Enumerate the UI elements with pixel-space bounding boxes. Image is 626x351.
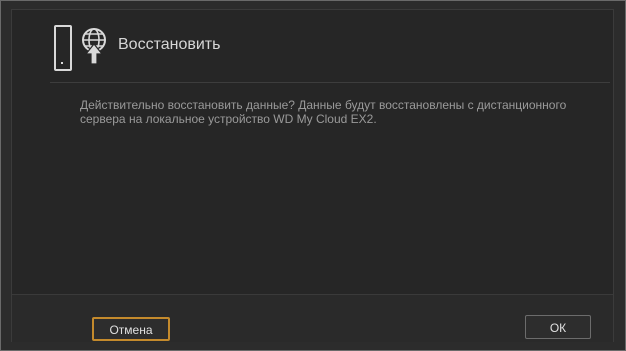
app-frame: Восстановить Действительно восстановить … (0, 0, 626, 351)
globe-restore-icon (82, 28, 106, 65)
ok-button[interactable]: ОК (525, 315, 591, 339)
cancel-button[interactable]: Отмена (92, 317, 170, 341)
device-icon (54, 25, 72, 71)
dialog-message: Действительно восстановить данные? Данны… (80, 98, 567, 126)
dialog-footer: Отмена ОК (12, 294, 613, 342)
restore-dialog: Восстановить Действительно восстановить … (11, 9, 614, 342)
dialog-title: Восстановить (118, 36, 221, 53)
dialog-header: Восстановить (50, 22, 610, 83)
